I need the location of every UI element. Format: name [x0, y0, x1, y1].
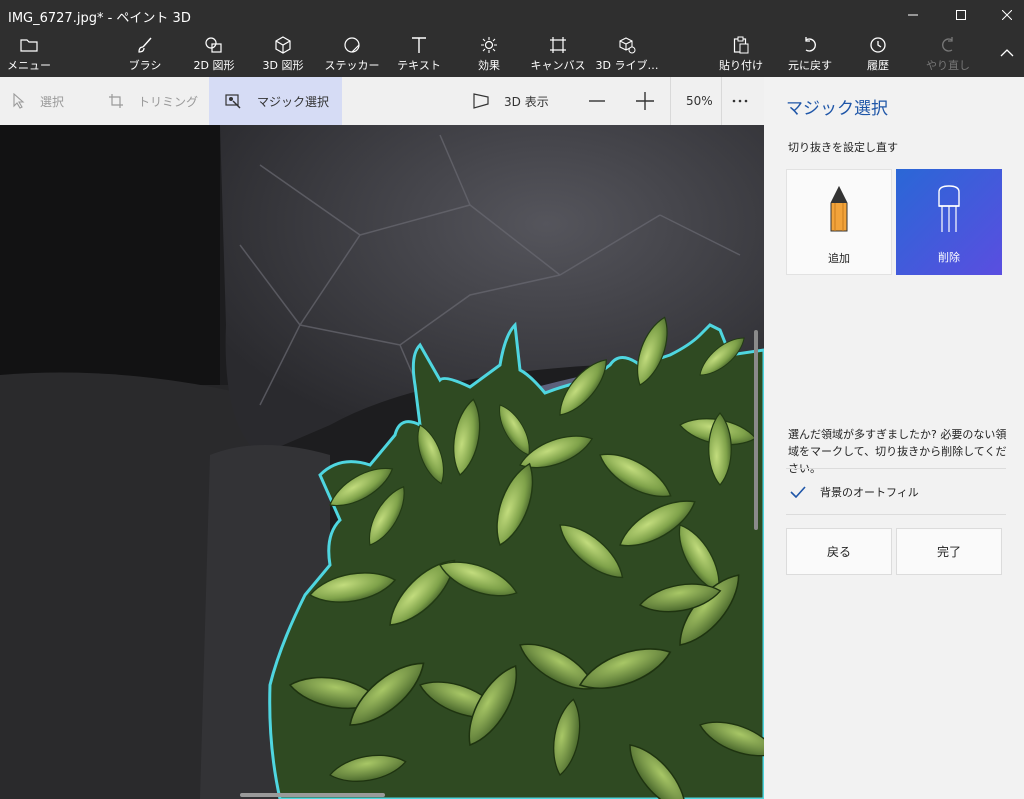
chevron-up-icon — [1000, 49, 1014, 57]
maximize-icon — [956, 10, 966, 20]
crop-icon — [109, 94, 123, 108]
menu-button[interactable]: メニュー — [7, 30, 51, 77]
2d-shapes-label: 2D 図形 — [193, 59, 235, 72]
canvas-button[interactable]: キャンバス — [530, 30, 586, 77]
sun-icon — [480, 34, 498, 56]
photo-image — [0, 125, 764, 799]
undo-label: 元に戻す — [788, 59, 832, 72]
menu-label: メニュー — [7, 59, 51, 72]
check-icon — [788, 482, 808, 502]
ribbon-toolbar: メニュー ブラシ 2D 図形 3D 図形 ステッカー テキスト 効果 キャンバス… — [0, 30, 1024, 77]
folder-icon — [20, 34, 38, 56]
sticker-icon — [343, 34, 361, 56]
more-options-button[interactable] — [730, 77, 750, 125]
2d-shapes-icon — [204, 34, 224, 56]
done-button[interactable]: 完了 — [896, 528, 1002, 575]
minimize-button[interactable] — [890, 0, 936, 30]
brush-button[interactable]: ブラシ — [124, 30, 166, 77]
window-title: IMG_6727.jpg* - ペイント 3D — [8, 11, 191, 26]
magic-select-panel: マジック選択 切り抜きを設定し直す 追加 削除 選んだ領域が多すぎましたか? 必… — [764, 77, 1024, 799]
paste-button[interactable]: 貼り付け — [716, 30, 766, 77]
stickers-label: ステッカー — [324, 59, 380, 72]
cube-icon — [274, 34, 292, 56]
divider — [786, 514, 1006, 515]
3d-shapes-label: 3D 図形 — [262, 59, 304, 72]
effects-button[interactable]: 効果 — [466, 30, 512, 77]
text-icon — [411, 34, 427, 56]
text-button[interactable]: テキスト — [394, 30, 444, 77]
remove-label: 削除 — [938, 251, 960, 264]
stickers-button[interactable]: ステッカー — [322, 30, 382, 77]
brush-label: ブラシ — [128, 59, 162, 72]
add-tool-button[interactable]: 追加 — [786, 169, 892, 275]
effects-label: 効果 — [478, 59, 500, 72]
maximize-button[interactable] — [938, 0, 984, 30]
select-label: 選択 — [40, 94, 65, 109]
redo-label: やり直し — [926, 59, 970, 72]
add-label: 追加 — [828, 252, 850, 265]
select-button[interactable]: 選択 — [12, 77, 92, 125]
magic-select-button[interactable]: マジック選択 — [209, 77, 342, 125]
zoom-out-button[interactable] — [586, 77, 608, 125]
3d-shapes-button[interactable]: 3D 図形 — [255, 30, 311, 77]
undo-button[interactable]: 元に戻す — [782, 30, 838, 77]
remove-tool-button[interactable]: 削除 — [896, 169, 1002, 275]
minus-icon — [589, 100, 605, 102]
divider — [786, 468, 1006, 469]
plus-icon — [636, 92, 654, 110]
autofill-label: 背景のオートフィル — [820, 486, 919, 499]
divider — [721, 77, 722, 125]
cursor-icon — [13, 93, 25, 109]
panel-title: マジック選択 — [786, 99, 888, 119]
crop-label: トリミング — [138, 94, 199, 109]
brush-icon — [136, 34, 154, 56]
eraser-icon — [934, 183, 964, 235]
redo-button[interactable]: やり直し — [920, 30, 976, 77]
divider — [670, 77, 671, 125]
redo-icon — [939, 34, 957, 56]
back-button[interactable]: 戻る — [786, 528, 892, 575]
zoom-level[interactable]: 50% — [686, 77, 716, 125]
3d-library-button[interactable]: 3D ライブ… — [596, 30, 658, 77]
2d-shapes-button[interactable]: 2D 図形 — [186, 30, 242, 77]
horizontal-scrollbar[interactable] — [240, 793, 385, 797]
history-icon — [869, 34, 887, 56]
collapse-ribbon-button[interactable] — [984, 38, 1024, 68]
canvas-icon — [549, 34, 567, 56]
3d-view-icon — [473, 93, 489, 109]
close-icon — [1002, 10, 1012, 20]
3d-view-label: 3D 表示 — [504, 94, 549, 109]
zoom-in-button[interactable] — [634, 77, 656, 125]
3d-view-button[interactable]: 3D 表示 — [472, 77, 562, 125]
paste-icon — [733, 34, 749, 56]
canvas-area[interactable] — [0, 125, 764, 799]
close-button[interactable] — [984, 0, 1024, 30]
3d-library-icon — [618, 34, 636, 56]
vertical-scrollbar[interactable] — [754, 330, 758, 530]
panel-description: 選んだ領域が多すぎましたか? 必要のない領域をマークして、切り抜きから削除してく… — [788, 428, 1007, 475]
title-bar: IMG_6727.jpg* - ペイント 3D — [0, 0, 1024, 30]
undo-icon — [801, 34, 819, 56]
magic-select-icon — [225, 94, 241, 109]
autofill-checkbox[interactable]: 背景のオートフィル — [788, 482, 919, 502]
sub-toolbar: 選択 トリミング マジック選択 3D 表示 50% — [0, 77, 764, 125]
magic-select-label: マジック選択 — [257, 94, 330, 109]
history-button[interactable]: 履歴 — [856, 30, 900, 77]
paste-label: 貼り付け — [719, 59, 763, 72]
crop-button[interactable]: トリミング — [108, 77, 198, 125]
text-label: テキスト — [397, 59, 441, 72]
minimize-icon — [908, 14, 918, 16]
history-label: 履歴 — [867, 59, 889, 72]
canvas-label: キャンバス — [530, 59, 586, 72]
panel-subtitle: 切り抜きを設定し直す — [788, 141, 898, 154]
3d-library-label: 3D ライブ… — [595, 59, 659, 72]
pencil-icon — [827, 184, 851, 236]
more-icon — [732, 99, 748, 103]
